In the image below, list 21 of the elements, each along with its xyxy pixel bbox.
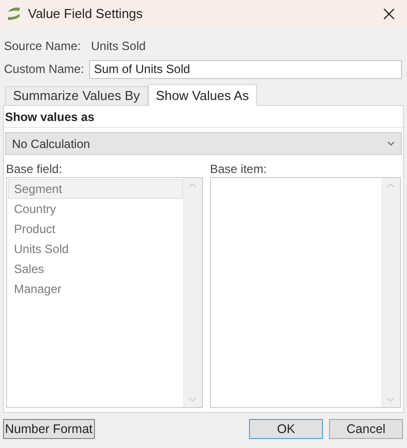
field-label: Custom Name: bbox=[3, 61, 86, 78]
app-logo-icon bbox=[6, 7, 22, 21]
section-heading: Show values as bbox=[4, 106, 403, 128]
tab[interactable]: Show Values As bbox=[148, 84, 257, 106]
field-label: Source Name: bbox=[3, 38, 82, 55]
close-icon[interactable] bbox=[383, 8, 395, 20]
list-label: Base field: bbox=[6, 161, 64, 177]
scroll-down-icon[interactable] bbox=[386, 397, 395, 402]
scroll-up-icon[interactable] bbox=[386, 183, 395, 188]
chevron-down-icon bbox=[387, 141, 395, 146]
tab[interactable]: Summarize Values By bbox=[5, 86, 148, 105]
window-title: Value Field Settings bbox=[28, 5, 143, 24]
dialog-button[interactable]: OK bbox=[249, 419, 323, 439]
base-item-list[interactable] bbox=[210, 177, 401, 408]
custom-name-field[interactable]: Sum of Units Sold bbox=[89, 60, 402, 78]
dialog-button[interactable]: Cancel bbox=[329, 419, 403, 439]
dialog-button[interactable]: Number Format bbox=[3, 419, 95, 439]
calculation-dropdown[interactable]: No Calculation bbox=[5, 132, 402, 155]
scrollbar[interactable] bbox=[381, 178, 400, 407]
list-label: Base item: bbox=[210, 161, 268, 177]
field-value: Units Sold bbox=[91, 38, 146, 55]
